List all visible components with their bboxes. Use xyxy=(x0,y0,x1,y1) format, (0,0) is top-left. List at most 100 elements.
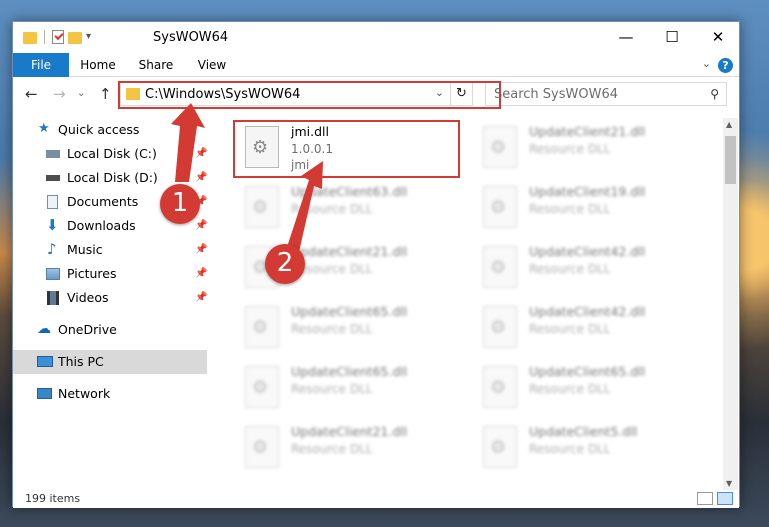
quick-access-toolbar: ▾ xyxy=(23,29,102,45)
sidebar-item-pictures[interactable]: Pictures 📌 xyxy=(13,262,207,286)
large-icons-view-icon[interactable] xyxy=(717,492,733,505)
tab-view[interactable]: View xyxy=(193,53,231,77)
folder-icon xyxy=(23,32,37,44)
file-name: UpdateClient42.dll xyxy=(529,304,646,319)
sidebar-item-onedrive[interactable]: ☁ OneDrive xyxy=(13,318,207,342)
sidebar-item-this-pc[interactable]: This PC xyxy=(13,350,207,374)
file-item[interactable]: UpdateClient65.dll Resource DLL xyxy=(231,360,456,418)
music-icon: ♪ xyxy=(47,240,57,258)
dll-file-icon xyxy=(245,306,279,348)
sidebar-item-label: This PC xyxy=(58,354,104,369)
sidebar-item-local-disk-c[interactable]: Local Disk (C:) 📌 xyxy=(13,142,207,166)
dll-file-icon xyxy=(483,306,517,348)
dll-file-icon xyxy=(483,126,517,168)
sidebar-item-label: Local Disk (D:) xyxy=(67,170,158,185)
sidebar-item-label: OneDrive xyxy=(58,322,117,337)
scroll-down-icon[interactable]: ▼ xyxy=(726,479,732,488)
file-type: Resource DLL xyxy=(529,262,611,276)
file-name: UpdateClient65.dll xyxy=(529,364,646,379)
sidebar-item-quick-access[interactable]: ★ Quick access xyxy=(13,118,207,142)
file-item[interactable]: UpdateClient21.dll Resource DLL xyxy=(231,420,456,478)
dll-file-icon xyxy=(245,366,279,408)
navigation-pane: ★ Quick access Local Disk (C:) 📌 Local D… xyxy=(13,118,207,490)
file-type: Resource DLL xyxy=(529,382,611,396)
file-type: Resource DLL xyxy=(291,382,373,396)
file-name: UpdateClient65.dll xyxy=(291,304,408,319)
properties-icon[interactable] xyxy=(52,30,64,44)
sidebar-item-label: Network xyxy=(58,386,111,401)
computer-icon xyxy=(37,356,53,367)
videos-icon xyxy=(47,291,59,305)
pin-icon[interactable]: 📌 xyxy=(195,244,207,255)
sidebar-item-network[interactable]: Network xyxy=(13,382,207,406)
tab-file[interactable]: File xyxy=(13,53,69,77)
step-badge-2: 2 xyxy=(265,244,305,284)
drive-icon xyxy=(46,150,60,158)
file-explorer-window: ▾ SysWOW64 — ☐ ✕ File Home Share View ⌄ … xyxy=(12,21,740,508)
sidebar-item-label: Music xyxy=(67,242,103,257)
tab-share[interactable]: Share xyxy=(135,53,177,77)
back-arrow-icon[interactable]: ← xyxy=(25,85,38,103)
tab-home[interactable]: Home xyxy=(77,53,119,77)
maximize-button[interactable]: ☐ xyxy=(649,22,695,53)
dll-file-icon xyxy=(483,426,517,468)
vertical-scrollbar[interactable]: ▲ ▼ xyxy=(723,118,738,490)
documents-icon xyxy=(47,195,58,209)
scroll-thumb[interactable] xyxy=(725,136,736,184)
network-icon xyxy=(37,388,52,399)
file-name: UpdateClient42.dll xyxy=(529,244,646,259)
pin-icon[interactable]: 📌 xyxy=(195,172,207,183)
file-type: Resource DLL xyxy=(291,202,373,216)
sidebar-item-label: Downloads xyxy=(67,218,136,233)
pin-icon[interactable]: 📌 xyxy=(195,148,207,159)
sidebar-item-music[interactable]: ♪ Music 📌 xyxy=(13,238,207,262)
status-bar: 199 items xyxy=(13,490,739,508)
minimize-button[interactable]: — xyxy=(603,22,649,53)
file-item[interactable]: UpdateClient65.dll Resource DLL xyxy=(231,300,456,358)
forward-arrow-icon[interactable]: → xyxy=(53,85,66,103)
file-item[interactable]: UpdateClient42.dll Resource DLL xyxy=(469,300,694,358)
file-name: UpdateClient21.dll xyxy=(529,124,646,139)
file-item[interactable]: UpdateClient65.dll Resource DLL xyxy=(469,360,694,418)
customize-toolbar-icon[interactable]: ▾ xyxy=(86,29,102,45)
up-arrow-icon[interactable]: ↑ xyxy=(99,85,112,103)
sidebar-item-label: Local Disk (C:) xyxy=(67,146,157,161)
help-icon[interactable]: ? xyxy=(718,58,733,73)
file-item[interactable]: UpdateClient42.dll Resource DLL xyxy=(469,240,694,298)
dll-file-icon xyxy=(483,366,517,408)
pin-icon[interactable]: 📌 xyxy=(195,268,207,279)
star-icon: ★ xyxy=(38,121,50,136)
file-item[interactable]: UpdateClient19.dll Resource DLL xyxy=(469,180,694,238)
file-type: Resource DLL xyxy=(529,442,611,456)
dll-file-icon xyxy=(245,186,279,228)
scroll-up-icon[interactable]: ▲ xyxy=(726,120,732,129)
file-item[interactable]: UpdateClient21.dll Resource DLL xyxy=(469,120,694,178)
title-bar: ▾ SysWOW64 — ☐ ✕ xyxy=(13,22,739,53)
highlight-box-file xyxy=(233,120,460,178)
close-button[interactable]: ✕ xyxy=(695,22,741,53)
sidebar-item-label: Documents xyxy=(67,194,139,209)
search-input[interactable]: Search SysWOW64 ⚲ xyxy=(485,82,727,106)
new-folder-icon[interactable] xyxy=(68,32,82,44)
search-icon[interactable]: ⚲ xyxy=(710,87,719,101)
file-item[interactable]: UpdateClient63.dll Resource DLL xyxy=(231,180,456,238)
details-view-icon[interactable] xyxy=(697,492,713,505)
file-list: jmi.dll 1.0.0.1 jmi UpdateClient21.dll R… xyxy=(221,118,721,490)
file-type: Resource DLL xyxy=(529,202,611,216)
file-name: UpdateClient21.dll xyxy=(291,244,408,259)
file-name: UpdateClient5.dll xyxy=(529,424,638,439)
sidebar-item-videos[interactable]: Videos 📌 xyxy=(13,286,207,310)
sidebar-item-label: Pictures xyxy=(67,266,117,281)
window-title: SysWOW64 xyxy=(153,30,229,45)
pin-icon[interactable]: 📌 xyxy=(195,292,207,303)
step-badge-1: 1 xyxy=(160,184,200,224)
file-name: UpdateClient63.dll xyxy=(291,184,408,199)
file-name: UpdateClient21.dll xyxy=(291,424,408,439)
expand-ribbon-icon[interactable]: ⌄ xyxy=(702,57,711,70)
recent-locations-icon[interactable]: ⌄ xyxy=(77,88,85,99)
dll-file-icon xyxy=(245,426,279,468)
item-count: 199 items xyxy=(25,492,81,505)
file-item[interactable]: UpdateClient5.dll Resource DLL xyxy=(469,420,694,478)
pin-icon[interactable]: 📌 xyxy=(195,220,207,231)
sidebar-item-label: Quick access xyxy=(58,122,140,137)
